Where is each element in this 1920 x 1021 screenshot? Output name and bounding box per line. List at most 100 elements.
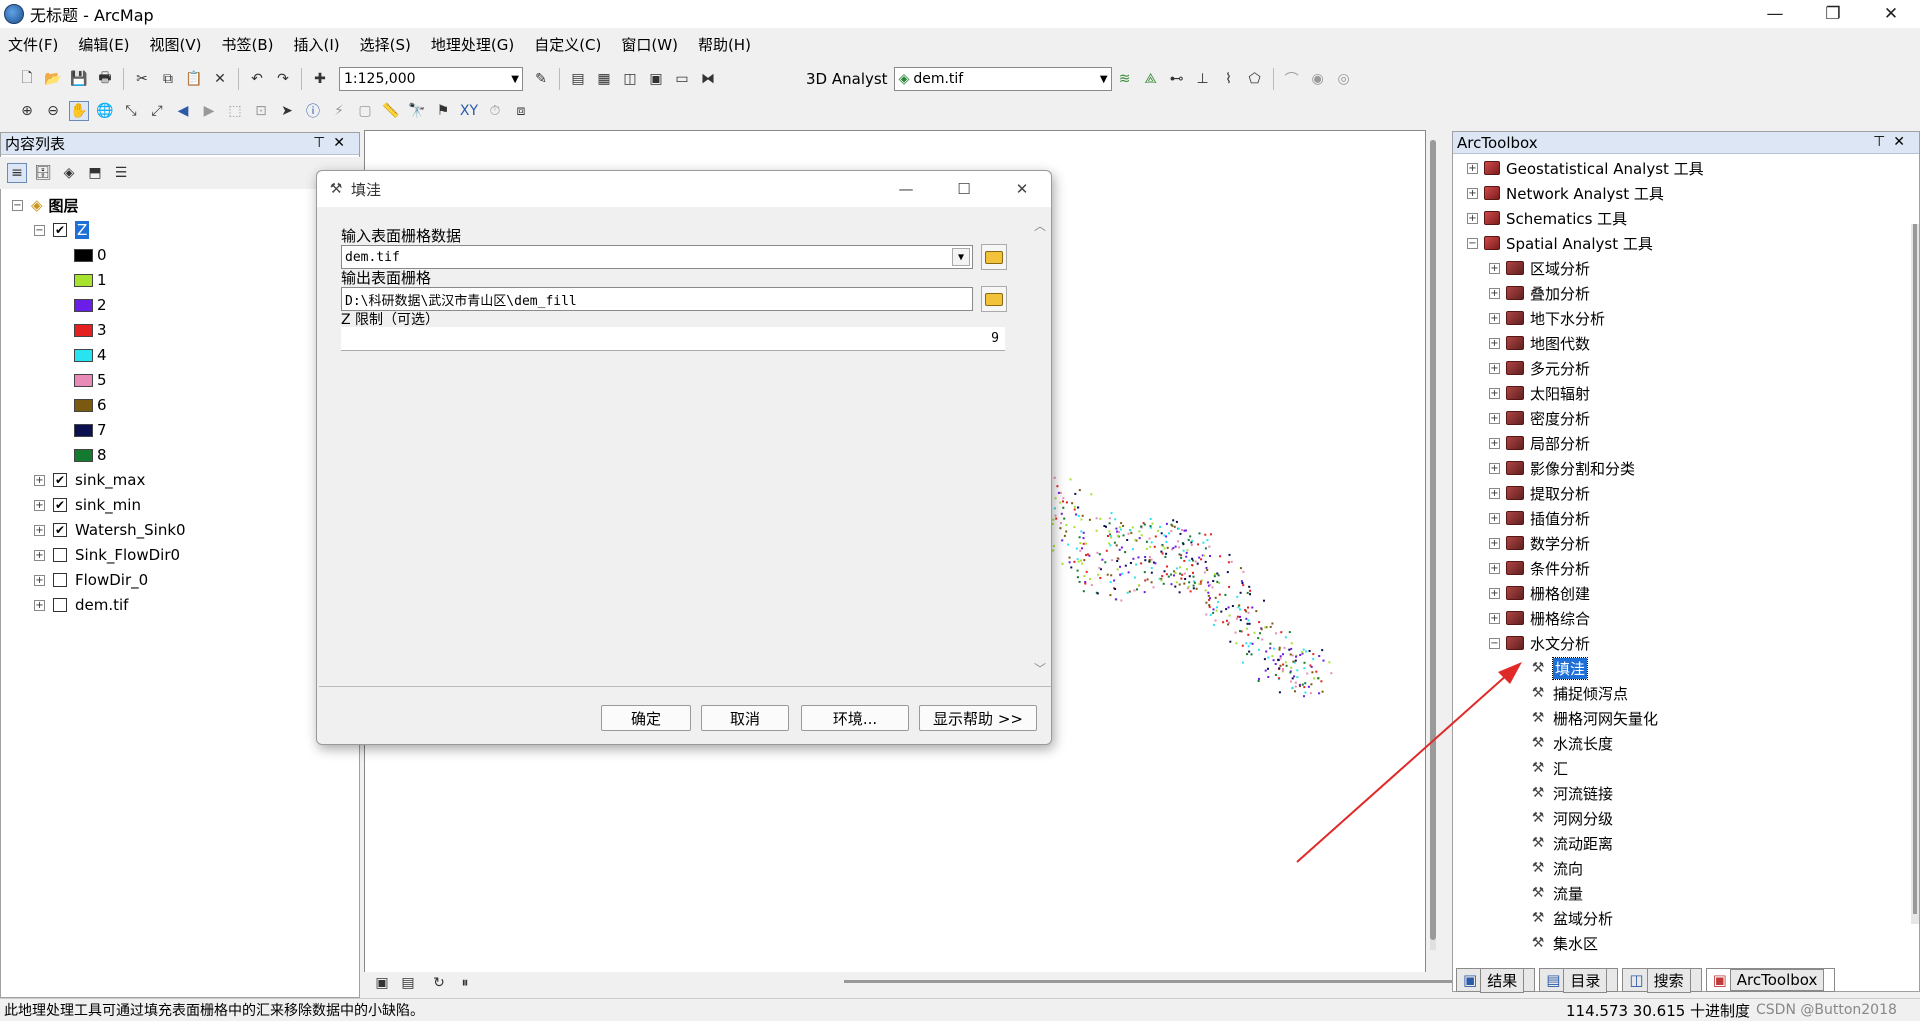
toolset-item[interactable]: + 栅格综合 bbox=[1489, 606, 1590, 630]
back-arrow-icon[interactable]: ◀ bbox=[173, 101, 193, 121]
toolset-item[interactable]: + 区域分析 bbox=[1489, 256, 1590, 280]
save-icon[interactable]: 💾 bbox=[69, 69, 89, 89]
arctoolbox-window-icon[interactable]: ▣ bbox=[646, 69, 666, 89]
tool-item[interactable]: ⚒ 流量 bbox=[1529, 881, 1583, 905]
expand-icon[interactable]: + bbox=[1467, 162, 1478, 174]
toolset-item[interactable]: + 叠加分析 bbox=[1489, 281, 1590, 305]
layer-item[interactable]: + ✔ sink_max bbox=[34, 468, 145, 492]
layer-visibility-checkbox[interactable]: ✔ bbox=[53, 498, 67, 512]
legend-item[interactable]: 7 bbox=[74, 418, 107, 442]
collapse-icon[interactable]: − bbox=[12, 199, 23, 211]
clear-selection-icon[interactable]: ⊡ bbox=[251, 101, 271, 121]
html-popup-icon[interactable]: ▢ bbox=[355, 101, 375, 121]
dialog-scrollbar[interactable]: ︿ ﹀ bbox=[1033, 217, 1047, 677]
toolbox-scrollbar[interactable] bbox=[1911, 224, 1919, 924]
browse-input-button[interactable] bbox=[981, 244, 1007, 270]
minimize-button[interactable]: — bbox=[1746, 0, 1804, 28]
menu-insert[interactable]: 插入(I) bbox=[294, 34, 340, 55]
toolset-item[interactable]: + 密度分析 bbox=[1489, 406, 1590, 430]
collapse-icon[interactable]: − bbox=[34, 224, 45, 236]
toolset-item[interactable]: + 条件分析 bbox=[1489, 556, 1590, 580]
model-builder-icon[interactable]: ⧓ bbox=[698, 69, 718, 89]
menu-bookmarks[interactable]: 书签(B) bbox=[222, 34, 274, 55]
input-raster-field[interactable]: dem.tif ▼ bbox=[341, 245, 973, 269]
expand-icon[interactable]: + bbox=[1489, 262, 1500, 274]
expand-icon[interactable]: + bbox=[34, 524, 45, 536]
layer-item[interactable]: + FlowDir_0 bbox=[34, 568, 148, 592]
toolset-item[interactable]: + 太阳辐射 bbox=[1489, 381, 1590, 405]
python-window-icon[interactable]: ▭ bbox=[672, 69, 692, 89]
tab-catalog[interactable]: ▤ 目录 bbox=[1539, 967, 1619, 993]
search-window-icon[interactable]: ◫ bbox=[620, 69, 640, 89]
full-extent-icon[interactable]: 🌐 bbox=[95, 101, 115, 121]
toolset-item[interactable]: + 插值分析 bbox=[1489, 506, 1590, 530]
list-by-selection-icon[interactable]: ⬒ bbox=[85, 163, 105, 183]
tab-search[interactable]: ◫ 搜索 bbox=[1622, 967, 1702, 993]
expand-icon[interactable]: + bbox=[34, 549, 45, 561]
expand-icon[interactable]: + bbox=[1489, 412, 1500, 424]
tab-results[interactable]: ▣ 结果 bbox=[1456, 967, 1536, 993]
layer-visibility-checkbox[interactable] bbox=[53, 573, 67, 587]
pan-hand-icon[interactable]: ✋ bbox=[69, 101, 89, 121]
profile-graph-icon[interactable]: ⌒ bbox=[1282, 69, 1302, 89]
collapse-icon[interactable]: − bbox=[1467, 237, 1478, 249]
expand-icon[interactable]: + bbox=[1489, 537, 1500, 549]
browse-output-button[interactable] bbox=[981, 286, 1007, 312]
layer-visibility-checkbox[interactable]: ✔ bbox=[53, 473, 67, 487]
tool-item[interactable]: ⚒ 盆域分析 bbox=[1529, 906, 1613, 930]
interpolate-line-icon[interactable]: ⌇ bbox=[1219, 69, 1239, 89]
legend-item[interactable]: 2 bbox=[74, 293, 107, 317]
toolset-item[interactable]: + 局部分析 bbox=[1489, 431, 1590, 455]
select-features-icon[interactable]: ⬚ bbox=[225, 101, 245, 121]
pin-close-icons[interactable]: ⊤✕ bbox=[1873, 134, 1913, 150]
expand-icon[interactable]: + bbox=[1489, 437, 1500, 449]
layer-visibility-checkbox[interactable] bbox=[53, 548, 67, 562]
expand-icon[interactable]: + bbox=[1467, 187, 1478, 199]
environments-button[interactable]: 环境... bbox=[801, 705, 909, 731]
forward-arrow-icon[interactable]: ▶ bbox=[199, 101, 219, 121]
legend-item[interactable]: 6 bbox=[74, 393, 107, 417]
fixed-zoom-in-icon[interactable]: ⤡ bbox=[121, 101, 141, 121]
ok-button[interactable]: 确定 bbox=[601, 705, 691, 731]
scroll-up-icon[interactable]: ︿ bbox=[1033, 217, 1047, 234]
arcscene-icon[interactable]: ◉ bbox=[1308, 69, 1328, 89]
list-by-drawing-order-icon[interactable]: ≡ bbox=[7, 163, 27, 183]
new-document-icon[interactable]: 🗋 bbox=[17, 69, 37, 89]
expand-icon[interactable]: + bbox=[1489, 312, 1500, 324]
paste-icon[interactable]: 📋 bbox=[184, 69, 204, 89]
expand-icon[interactable]: + bbox=[1467, 212, 1478, 224]
layer-item[interactable]: + ✔ Watersh_Sink0 bbox=[34, 518, 186, 542]
print-icon[interactable]: 🖶 bbox=[95, 69, 115, 89]
line-of-sight-icon[interactable]: ⊷ bbox=[1167, 69, 1187, 89]
expand-icon[interactable]: + bbox=[1489, 562, 1500, 574]
menu-help[interactable]: 帮助(H) bbox=[698, 34, 751, 55]
legend-item[interactable]: 1 bbox=[74, 268, 107, 292]
layer-visibility-checkbox[interactable]: ✔ bbox=[53, 223, 67, 237]
expand-icon[interactable]: + bbox=[1489, 487, 1500, 499]
expand-icon[interactable]: + bbox=[34, 474, 45, 486]
delete-icon[interactable]: ✕ bbox=[210, 69, 230, 89]
chevron-down-icon[interactable]: ▼ bbox=[952, 248, 970, 266]
layer-visibility-checkbox[interactable] bbox=[53, 598, 67, 612]
list-by-visibility-icon[interactable]: ◈ bbox=[59, 163, 79, 183]
legend-item[interactable]: 0 bbox=[74, 243, 107, 267]
menu-view[interactable]: 视图(V) bbox=[150, 34, 202, 55]
zoom-in-icon[interactable]: ⊕ bbox=[17, 101, 37, 121]
identify-icon[interactable]: ⓘ bbox=[303, 101, 323, 121]
scale-combo[interactable]: 1:125,000 ▼ bbox=[339, 67, 523, 91]
tool-item[interactable]: ⚒ 流动距离 bbox=[1529, 831, 1613, 855]
layer-item[interactable]: + dem.tif bbox=[34, 593, 128, 617]
menu-file[interactable]: 文件(F) bbox=[8, 34, 58, 55]
find-route-icon[interactable]: ⚑ bbox=[433, 101, 453, 121]
arcglobe-icon[interactable]: ◎ bbox=[1334, 69, 1354, 89]
3d-analyst-dropdown[interactable]: 3D Analyst bbox=[806, 70, 888, 88]
collapse-icon[interactable]: − bbox=[1489, 637, 1500, 649]
expand-icon[interactable]: + bbox=[34, 499, 45, 511]
scroll-down-icon[interactable]: ﹀ bbox=[1033, 660, 1047, 677]
toolset-item[interactable]: + 提取分析 bbox=[1489, 481, 1590, 505]
expand-icon[interactable]: + bbox=[1489, 337, 1500, 349]
layer-group-z[interactable]: − ✔ Z bbox=[34, 218, 90, 242]
legend-item[interactable]: 5 bbox=[74, 368, 107, 392]
toolbox-item[interactable]: + Geostatistical Analyst 工具 bbox=[1467, 156, 1704, 180]
interpolate-polygon-icon[interactable]: ⬠ bbox=[1245, 69, 1265, 89]
